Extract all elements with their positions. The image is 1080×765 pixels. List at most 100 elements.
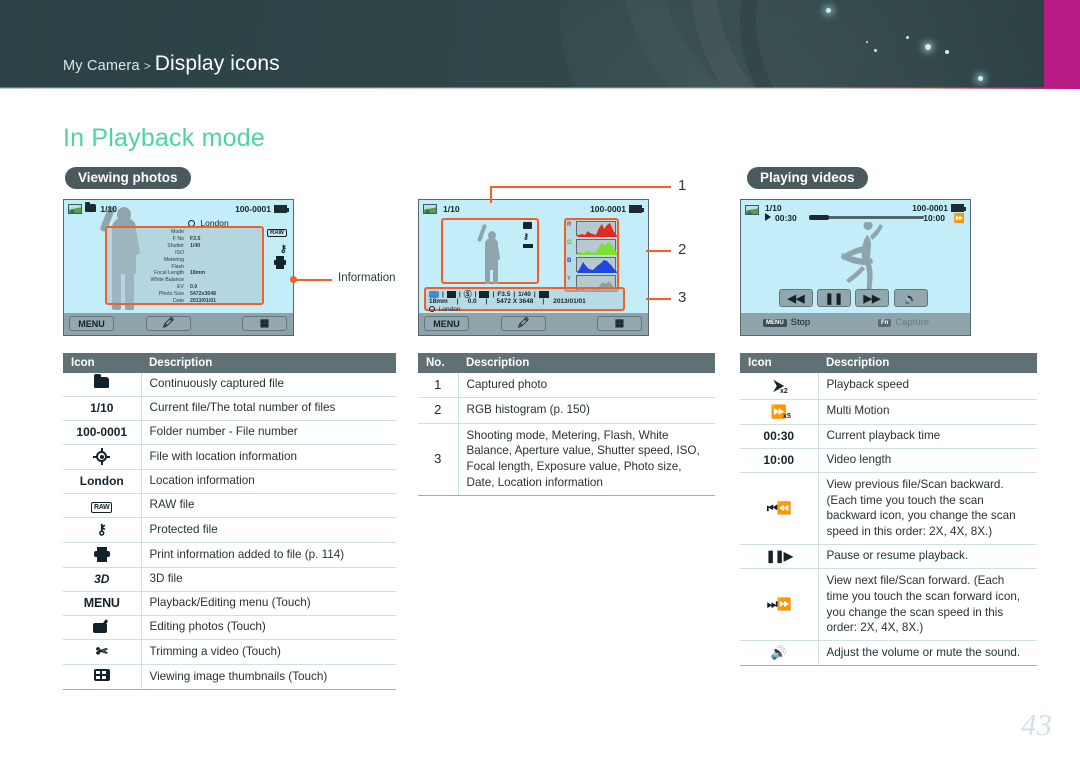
raw-icon bbox=[523, 222, 532, 229]
current-time-label: 00:30 bbox=[775, 213, 797, 223]
continuous-folder-icon bbox=[63, 373, 142, 397]
trim-video-icon: ✄ bbox=[63, 639, 142, 665]
file-number-text: 100-0001 bbox=[63, 420, 142, 445]
table-row: 1 Captured photo bbox=[418, 373, 715, 399]
edit-photo-icon: 🖍 bbox=[162, 318, 175, 329]
lock-icon: ⚷ bbox=[523, 232, 529, 241]
table-header-row: Icon Description bbox=[740, 353, 1037, 373]
row-description: Viewing image thumbnails (Touch) bbox=[141, 664, 396, 690]
header-swoosh-3 bbox=[740, 0, 1080, 88]
location-value: London bbox=[438, 306, 461, 313]
sparkle-dot bbox=[874, 49, 877, 52]
camera-screen-photo: 1/10 100-0001 London RAW ⚷ Mode F No F3.5… bbox=[63, 199, 294, 336]
info-row: Metering bbox=[124, 257, 260, 264]
row-description: View previous file/Scan backward. (Each … bbox=[818, 472, 1037, 545]
menu-key-icon: MENU bbox=[763, 318, 787, 327]
info-row: F No F3.5 bbox=[124, 236, 260, 243]
person-silhouette bbox=[488, 231, 496, 240]
play-indicator-icon bbox=[765, 213, 771, 221]
scan-forward-button[interactable]: ▶▶ bbox=[855, 289, 889, 307]
raw-icon: RAW bbox=[267, 229, 287, 237]
info-row: Photo Size 5472x3648 bbox=[124, 291, 260, 298]
aperture-value: F3.5 bbox=[497, 291, 511, 298]
sparkle-dot bbox=[866, 41, 868, 43]
table-header-row: Icon Description bbox=[63, 353, 396, 373]
edit-photo-button[interactable]: 🖍 bbox=[501, 316, 546, 331]
breadcrumb-parent[interactable]: My Camera bbox=[63, 58, 140, 74]
capture-date: 2013/01/01 bbox=[553, 298, 586, 305]
file-number-value: 100-0001 bbox=[912, 203, 948, 213]
table-row: 10:00 Video length bbox=[740, 448, 1037, 473]
table-row: RAW RAW file bbox=[63, 493, 396, 518]
column-header-description: Description bbox=[458, 353, 715, 373]
table-row: ⏩ x5 Multi Motion bbox=[740, 399, 1037, 425]
callout-label-information: Information bbox=[338, 272, 396, 284]
row-description: View next file/Scan forward. (Each time … bbox=[818, 568, 1037, 642]
info-label: White Balance bbox=[150, 277, 184, 284]
row-description: Playback speed bbox=[818, 373, 1037, 400]
image-type-icon bbox=[423, 204, 437, 214]
histogram-r bbox=[576, 221, 617, 237]
thumbnails-button[interactable]: ▦ bbox=[242, 316, 287, 331]
breadcrumb: My Camera > Display icons bbox=[63, 52, 280, 76]
file-number-value: 100-0001 bbox=[590, 204, 626, 214]
row-description: RAW file bbox=[141, 493, 396, 518]
edit-photo-icon: 🖍 bbox=[517, 318, 530, 329]
file-index-text: 1/10 bbox=[63, 396, 142, 421]
information-rows: Mode F No F3.5 Shutter 1/40 ISO Metering F… bbox=[124, 229, 260, 305]
breadcrumb-separator: > bbox=[143, 59, 151, 73]
table-row: File with location information bbox=[63, 444, 396, 470]
histogram-g-plot bbox=[577, 242, 617, 255]
image-type-icon bbox=[68, 204, 82, 214]
sparkle-dot bbox=[945, 50, 949, 54]
mode-icon bbox=[429, 291, 439, 298]
table-row: ⮞ x2 Playback speed bbox=[740, 373, 1037, 400]
stop-action[interactable]: MENU Stop bbox=[763, 317, 810, 328]
volume-icon: 🔊 bbox=[740, 640, 819, 666]
menu-button[interactable]: MENU bbox=[424, 316, 469, 331]
row-description: Location information bbox=[141, 469, 396, 494]
info-label: F No bbox=[172, 235, 184, 242]
table-row: 1/10 Current file/The total number of fi… bbox=[63, 396, 396, 421]
table-header-row: No. Description bbox=[418, 353, 715, 373]
row-description: Captured photo bbox=[458, 373, 715, 399]
thumbnails-button[interactable]: ▦ bbox=[597, 316, 642, 331]
lock-icon: ⚷ bbox=[279, 244, 287, 255]
info-value: 1/40 bbox=[190, 242, 201, 249]
edit-photo-button[interactable]: 🖍 bbox=[146, 316, 191, 331]
info-label: Shutter bbox=[167, 242, 184, 249]
capture-action[interactable]: Fn Capture bbox=[878, 317, 929, 328]
table-row: Viewing image thumbnails (Touch) bbox=[63, 664, 396, 690]
current-time-text: 00:30 bbox=[740, 424, 819, 449]
printer-icon-top bbox=[276, 256, 284, 260]
scan-backward-button[interactable]: ◀◀ bbox=[779, 289, 813, 307]
thumbnails-icon: ▦ bbox=[614, 318, 625, 329]
table-row: 3D 3D file bbox=[63, 567, 396, 592]
total-time-value: 10:00 bbox=[923, 213, 945, 223]
capture-label: Capture bbox=[895, 317, 930, 328]
table-row: ✄ Trimming a video (Touch) bbox=[63, 639, 396, 665]
table-row: 🔊 Adjust the volume or mute the sound. bbox=[740, 640, 1037, 666]
row-number: 2 bbox=[418, 397, 459, 424]
menu-button-label: MENU bbox=[433, 318, 460, 329]
info-value: 2013/01/01 bbox=[190, 298, 216, 305]
row-description: Shooting mode, Metering, Flash, White Ba… bbox=[458, 423, 715, 496]
row-description: Pause or resume playback. bbox=[818, 544, 1037, 569]
volume-button[interactable]: 🔈 bbox=[894, 289, 928, 307]
callout-line-1 bbox=[490, 186, 492, 203]
histogram-y-label: Y bbox=[567, 276, 572, 282]
row-description: 3D file bbox=[141, 567, 396, 592]
file-number-label: 100-0001 bbox=[912, 203, 948, 213]
printer-icon-bottom bbox=[276, 265, 284, 269]
info-value: 18mm bbox=[190, 270, 205, 277]
menu-button[interactable]: MENU bbox=[69, 316, 114, 331]
row-description: Adjust the volume or mute the sound. bbox=[818, 640, 1037, 666]
info-label: ISO bbox=[175, 249, 184, 256]
continuous-folder-icon bbox=[85, 202, 96, 212]
info-row: Flash bbox=[124, 264, 260, 271]
current-time-value: 00:30 bbox=[775, 213, 797, 223]
pause-button[interactable]: ❚❚ bbox=[817, 289, 851, 307]
page-title: In Playback mode bbox=[63, 124, 265, 152]
video-progress-fill bbox=[809, 215, 829, 220]
person-silhouette bbox=[493, 266, 498, 284]
